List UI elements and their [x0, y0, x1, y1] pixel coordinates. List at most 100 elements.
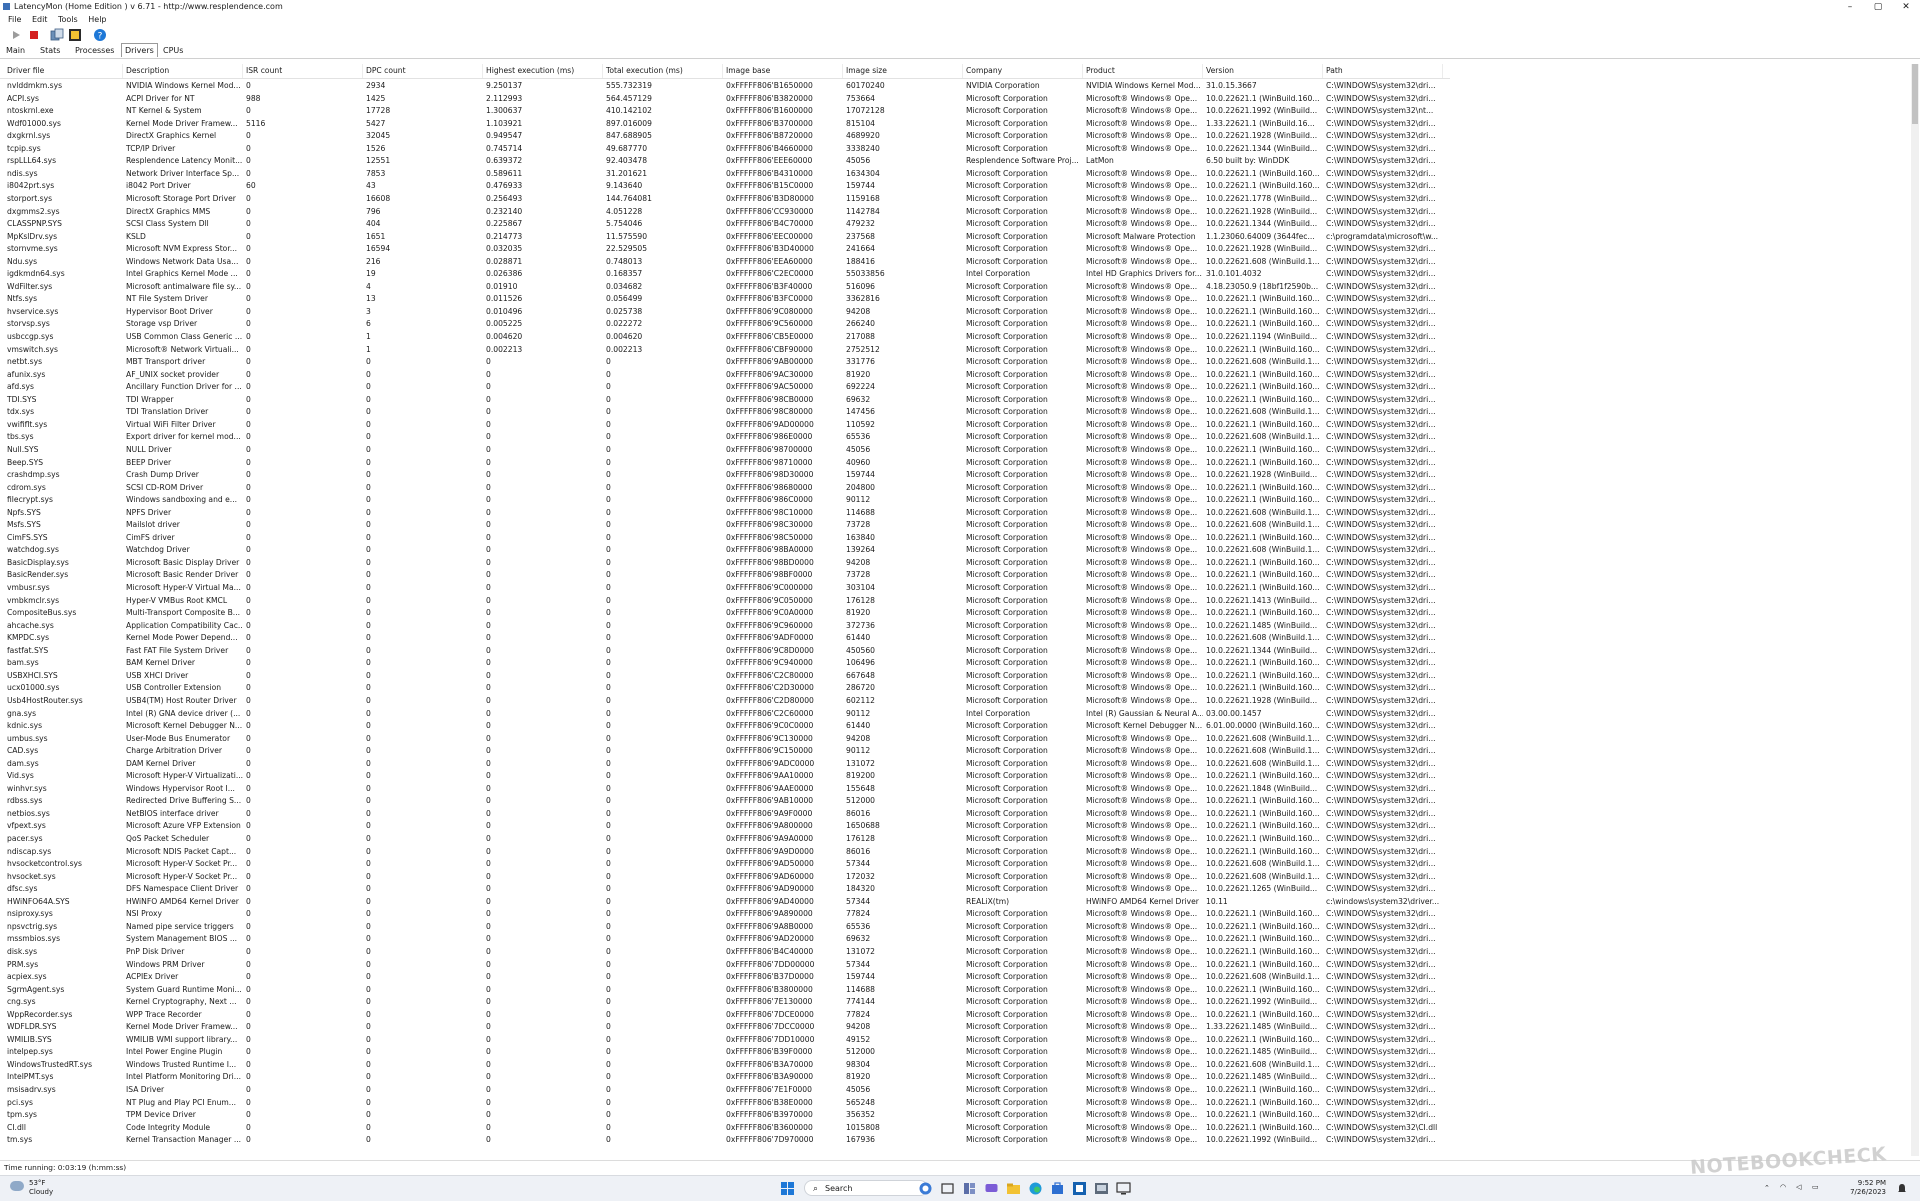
table-row[interactable]: hvsocket.sys Microsoft Hyper-V Socket Pr.…: [0, 871, 1450, 884]
table-row[interactable]: dfsc.sys DFS Namespace Client Driver 0 0 0 0 0…: [0, 883, 1450, 896]
column-header[interactable]: ISR count: [243, 64, 363, 78]
table-row[interactable]: dxgkrnl.sys DirectX Graphics Kernel 0 32045…: [0, 130, 1450, 143]
menu-help[interactable]: Help: [88, 15, 106, 24]
table-row[interactable]: Npfs.SYS NPFS Driver 0 0 0 0 0xFFFFF806'98C100…: [0, 507, 1450, 520]
table-row[interactable]: rdbss.sys Redirected Drive Buffering S...…: [0, 795, 1450, 808]
table-row[interactable]: TDI.SYS TDI Wrapper 0 0 0 0 0xFFFFF806'98CB000…: [0, 394, 1450, 407]
table-row[interactable]: npsvctrig.sys Named pipe service triggers…: [0, 921, 1450, 934]
table-row[interactable]: umbus.sys User-Mode Bus Enumerator 0 0 0 0 0xF…: [0, 733, 1450, 746]
table-row[interactable]: vmswitch.sys Microsoft® Network Virtuali.…: [0, 344, 1450, 357]
table-row[interactable]: cdrom.sys SCSI CD-ROM Driver 0 0 0 0 0xFFFFF80…: [0, 482, 1450, 495]
table-row[interactable]: WindowsTrustedRT.sys Windows Trusted Runt…: [0, 1059, 1450, 1072]
column-header[interactable]: Image base: [723, 64, 843, 78]
table-row[interactable]: afunix.sys AF_UNIX socket provider 0 0 0 0 0xF…: [0, 369, 1450, 382]
table-row[interactable]: Wdf01000.sys Kernel Mode Driver Framew...…: [0, 118, 1450, 131]
table-row[interactable]: vwififlt.sys Virtual WiFi Filter Driver 0 0…: [0, 419, 1450, 432]
table-row[interactable]: CompositeBus.sys Multi-Transport Composit…: [0, 607, 1450, 620]
table-row[interactable]: i8042prt.sys i8042 Port Driver 60 43 0.47693…: [0, 180, 1450, 193]
table-row[interactable]: CI.dll Code Integrity Module 0 0 0 0 0xFFFFF80…: [0, 1122, 1450, 1135]
table-row[interactable]: ntoskrnl.exe NT Kernel & System 0 17728 1.30…: [0, 105, 1450, 118]
scrollbar-thumb[interactable]: [1912, 64, 1918, 124]
chat-icon[interactable]: [984, 1181, 999, 1196]
task-view-icon[interactable]: [940, 1181, 955, 1196]
table-row[interactable]: dam.sys DAM Kernel Driver 0 0 0 0 0xFFFFF806'9…: [0, 758, 1450, 771]
table-row[interactable]: WMILIB.SYS WMILIB WMI support library... 0…: [0, 1034, 1450, 1047]
table-row[interactable]: msisadrv.sys ISA Driver 0 0 0 0 0xFFFFF806'7E1…: [0, 1084, 1450, 1097]
tab-stats[interactable]: Stats: [37, 44, 63, 57]
table-row[interactable]: tbs.sys Export driver for kernel mod... 0 0…: [0, 431, 1450, 444]
table-row[interactable]: SgrmAgent.sys System Guard Runtime Moni..…: [0, 984, 1450, 997]
maximize-button[interactable]: ▢: [1864, 0, 1892, 14]
table-row[interactable]: nsiproxy.sys NSI Proxy 0 0 0 0 0xFFFFF806'9A89…: [0, 908, 1450, 921]
table-row[interactable]: hvsocketcontrol.sys Microsoft Hyper-V Soc…: [0, 858, 1450, 871]
close-button[interactable]: ✕: [1892, 0, 1920, 14]
table-row[interactable]: Beep.SYS BEEP Driver 0 0 0 0 0xFFFFF806'987100…: [0, 457, 1450, 470]
notification-bell-icon[interactable]: [1896, 1183, 1908, 1195]
table-row[interactable]: CimFS.SYS CimFS driver 0 0 0 0 0xFFFFF806'98C5…: [0, 532, 1450, 545]
table-row[interactable]: MpKslDrv.sys KSLD 0 1651 0.214773 11.575590 0x…: [0, 231, 1450, 244]
table-row[interactable]: pci.sys NT Plug and Play PCI Enum... 0 0 0 0 0…: [0, 1097, 1450, 1110]
edge-icon[interactable]: [1028, 1181, 1043, 1196]
chevron-up-icon[interactable]: ⌃: [1764, 1184, 1770, 1192]
table-row[interactable]: Ntfs.sys NT File System Driver 0 13 0.011526…: [0, 293, 1450, 306]
column-header[interactable]: Description: [123, 64, 243, 78]
help-icon[interactable]: ?: [93, 28, 107, 42]
store-icon[interactable]: [1050, 1181, 1065, 1196]
table-row[interactable]: BasicDisplay.sys Microsoft Basic Display …: [0, 557, 1450, 570]
tab-drivers[interactable]: Drivers: [121, 43, 158, 57]
table-row[interactable]: WdFilter.sys Microsoft antimalware file s…: [0, 281, 1450, 294]
table-row[interactable]: Msfs.SYS Mailslot driver 0 0 0 0 0xFFFFF806'98…: [0, 519, 1450, 532]
windows-icon[interactable]: [68, 28, 82, 42]
table-row[interactable]: vfpext.sys Microsoft Azure VFP Extension 0…: [0, 820, 1450, 833]
drivers-table[interactable]: Driver file Description ISR count DPC count…: [0, 64, 1920, 1156]
table-row[interactable]: fastfat.SYS Fast FAT File System Driver 0 0…: [0, 645, 1450, 658]
table-row[interactable]: cng.sys Kernel Cryptography, Next ... 0 0 0 0…: [0, 996, 1450, 1009]
column-header[interactable]: Version: [1203, 64, 1323, 78]
table-row[interactable]: Null.SYS NULL Driver 0 0 0 0 0xFFFFF806'987000…: [0, 444, 1450, 457]
table-row[interactable]: USBXHCI.SYS USB XHCI Driver 0 0 0 0 0xFFFFF806…: [0, 670, 1450, 683]
column-header[interactable]: DPC count: [363, 64, 483, 78]
column-header[interactable]: Driver file: [4, 64, 123, 78]
table-row[interactable]: CLASSPNP.SYS SCSI Class System Dll 0 404 0.2…: [0, 218, 1450, 231]
file-explorer-icon[interactable]: [1006, 1181, 1021, 1196]
app-taskbar-icon[interactable]: [1094, 1181, 1109, 1196]
table-row[interactable]: vmbkmclr.sys Hyper-V VMBus Root KMCL 0 0 0 0 0…: [0, 595, 1450, 608]
table-row[interactable]: WDFLDR.SYS Kernel Mode Driver Framew... 0 0…: [0, 1021, 1450, 1034]
table-row[interactable]: Usb4HostRouter.sys USB4(TM) Host Router D…: [0, 695, 1450, 708]
table-row[interactable]: vmbusr.sys Microsoft Hyper-V Virtual Ma..…: [0, 582, 1450, 595]
table-row[interactable]: ACPI.sys ACPI Driver for NT 988 1425 2.11299…: [0, 93, 1450, 106]
table-row[interactable]: usbccgp.sys USB Common Class Generic ... 0…: [0, 331, 1450, 344]
table-row[interactable]: winhvr.sys Windows Hypervisor Root I... 0 0…: [0, 783, 1450, 796]
table-row[interactable]: gna.sys Intel (R) GNA device driver (... 0…: [0, 708, 1450, 721]
start-windows-icon[interactable]: [780, 1181, 795, 1196]
copy-report-icon[interactable]: [50, 28, 64, 42]
table-row[interactable]: tcpip.sys TCP/IP Driver 0 1526 0.745714 49.68…: [0, 143, 1450, 156]
table-row[interactable]: hvservice.sys Hypervisor Boot Driver 0 3 0.0…: [0, 306, 1450, 319]
column-header[interactable]: Path: [1323, 64, 1443, 78]
copilot-icon[interactable]: [918, 1181, 933, 1196]
menu-tools[interactable]: Tools: [58, 15, 78, 24]
table-row[interactable]: HWiNFO64A.SYS HWiNFO AMD64 Kernel Driver 0…: [0, 896, 1450, 909]
latencymon-taskbar-icon[interactable]: [1072, 1181, 1087, 1196]
tab-cpus[interactable]: CPUs: [160, 44, 186, 57]
wifi-icon[interactable]: ◠: [1780, 1183, 1786, 1191]
table-row[interactable]: stornvme.sys Microsoft NVM Express Stor..…: [0, 243, 1450, 256]
table-row[interactable]: bam.sys BAM Kernel Driver 0 0 0 0 0xFFFFF806'9…: [0, 657, 1450, 670]
table-row[interactable]: afd.sys Ancillary Function Driver for ...…: [0, 381, 1450, 394]
play-icon[interactable]: [9, 28, 23, 42]
table-row[interactable]: crashdmp.sys Crash Dump Driver 0 0 0 0 0xFFFFF…: [0, 469, 1450, 482]
clock[interactable]: 9:52 PM 7/26/2023: [1838, 1179, 1886, 1197]
table-row[interactable]: rspLLL64.sys Resplendence Latency Monit..…: [0, 155, 1450, 168]
battery-icon[interactable]: ▭: [1812, 1183, 1819, 1191]
table-row[interactable]: netbt.sys MBT Transport driver 0 0 0 0 0xFFFFF…: [0, 356, 1450, 369]
table-row[interactable]: mssmbios.sys System Management BIOS ... 0 0…: [0, 933, 1450, 946]
table-row[interactable]: Vid.sys Microsoft Hyper-V Virtualizati...…: [0, 770, 1450, 783]
table-row[interactable]: PRM.sys Windows PRM Driver 0 0 0 0 0xFFFFF806'…: [0, 959, 1450, 972]
tab-main[interactable]: Main: [3, 44, 28, 57]
table-row[interactable]: Ndu.sys Windows Network Data Usa... 0 216 0.…: [0, 256, 1450, 269]
column-header[interactable]: Image size: [843, 64, 963, 78]
table-row[interactable]: filecrypt.sys Windows sandboxing and e...…: [0, 494, 1450, 507]
table-row[interactable]: watchdog.sys Watchdog Driver 0 0 0 0 0xFFFFF80…: [0, 544, 1450, 557]
table-row[interactable]: nvlddmkm.sys NVIDIA Windows Kernel Mod...…: [0, 80, 1450, 93]
volume-icon[interactable]: ◁: [1796, 1183, 1801, 1191]
